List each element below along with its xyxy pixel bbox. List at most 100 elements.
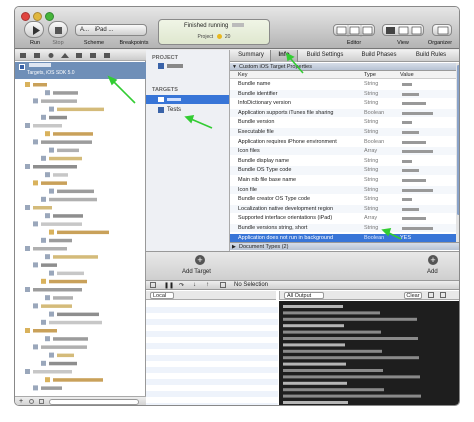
file-tree-item[interactable] xyxy=(49,279,87,284)
plist-row[interactable]: Bundle display name String xyxy=(230,156,459,165)
file-tree-item[interactable] xyxy=(41,304,72,308)
tab-info[interactable]: Info xyxy=(271,52,297,58)
file-tree-item[interactable] xyxy=(41,181,67,185)
file-tree-item[interactable] xyxy=(57,312,99,317)
plist-row[interactable]: Application does not run in background Bo… xyxy=(230,233,459,242)
file-tree-item[interactable] xyxy=(53,378,103,382)
navigator-project-row[interactable]: Targets, iOS SDK 5.0 xyxy=(15,62,146,79)
scm-filter-icon[interactable] xyxy=(39,399,44,404)
file-tree-item[interactable] xyxy=(33,206,52,210)
plist-row[interactable]: Icon file String xyxy=(230,185,459,194)
add-file-icon[interactable]: + xyxy=(19,398,23,405)
step-in-icon[interactable]: ↓ xyxy=(193,282,196,288)
file-tree-item[interactable] xyxy=(49,156,82,161)
variables-view[interactable] xyxy=(146,301,278,405)
file-tree-item[interactable] xyxy=(57,189,94,194)
file-tree-item[interactable] xyxy=(57,353,74,358)
run-button[interactable] xyxy=(24,21,44,38)
plist-row[interactable]: Bundle identifier String xyxy=(230,89,459,98)
file-tree-item[interactable] xyxy=(49,238,72,243)
plist-scrollbar[interactable] xyxy=(456,63,459,242)
add-target-label[interactable]: Add Target xyxy=(182,269,211,275)
target-row-selected[interactable] xyxy=(146,95,229,104)
console-full-icon[interactable] xyxy=(440,292,446,298)
filter-search-field[interactable] xyxy=(49,399,139,405)
file-tree-item[interactable] xyxy=(33,288,82,292)
file-tree-item[interactable] xyxy=(53,173,68,177)
zoom-window-button[interactable] xyxy=(45,12,54,21)
organizer-button[interactable] xyxy=(432,24,452,36)
editor-segmented-control[interactable] xyxy=(333,24,375,37)
tab-build-rules[interactable]: Build Rules xyxy=(408,52,454,58)
recent-filter-icon[interactable] xyxy=(29,399,34,404)
file-tree-item[interactable] xyxy=(41,99,77,103)
view-segmented-control[interactable] xyxy=(382,24,424,36)
close-window-button[interactable] xyxy=(21,12,30,21)
step-out-icon[interactable]: ↑ xyxy=(206,282,209,288)
all-output-popup[interactable]: All Output xyxy=(284,292,324,299)
scheme-selector[interactable]: A... iPad ... xyxy=(75,24,147,36)
file-tree-item[interactable] xyxy=(41,222,82,226)
tab-build-settings[interactable]: Build Settings xyxy=(300,52,350,58)
add-label[interactable]: Add xyxy=(427,269,438,275)
file-tree-item[interactable] xyxy=(33,124,62,128)
file-tree-item[interactable] xyxy=(53,337,88,341)
plist-row[interactable]: Bundle OS Type code String xyxy=(230,166,459,175)
file-tree-item[interactable] xyxy=(53,296,73,300)
file-tree-item[interactable] xyxy=(41,263,57,267)
plist-row[interactable]: Bundle creator OS Type code String xyxy=(230,195,459,204)
section-header-document-types[interactable]: ▶ Document Types (2) xyxy=(230,242,459,250)
plist-row[interactable]: InfoDictionary version String xyxy=(230,99,459,108)
file-tree-item[interactable] xyxy=(53,255,98,259)
plist-row[interactable]: Main nib file base name String xyxy=(230,176,459,185)
file-tree-item[interactable] xyxy=(49,320,102,325)
stop-button[interactable] xyxy=(48,21,68,38)
tests-target-label[interactable]: Tests xyxy=(167,107,181,113)
navigator-filter-bar[interactable]: + xyxy=(15,396,146,405)
plist-row[interactable]: Supported interface orientations (iPad) A… xyxy=(230,214,459,223)
clear-console-button[interactable]: Clear xyxy=(404,292,422,299)
tab-info-selected[interactable]: Info xyxy=(270,50,298,62)
file-tree-item[interactable] xyxy=(41,140,92,144)
file-tree-item[interactable] xyxy=(33,370,72,374)
tab-build-phases[interactable]: Build Phases xyxy=(356,52,402,58)
plist-row[interactable]: Bundle versions string, short String xyxy=(230,224,459,233)
add-target-icon[interactable]: + xyxy=(195,255,205,265)
thread-icon[interactable] xyxy=(220,282,226,288)
file-tree-item[interactable] xyxy=(41,345,87,349)
minimize-window-button[interactable] xyxy=(33,12,42,21)
plist-row[interactable]: Bundle name String xyxy=(230,80,459,89)
local-scope-popup[interactable]: Local xyxy=(150,292,174,299)
add-entry-icon[interactable]: + xyxy=(428,255,438,265)
file-tree-item[interactable] xyxy=(57,107,104,112)
file-tree-item[interactable] xyxy=(49,361,77,366)
file-tree[interactable] xyxy=(15,80,146,405)
file-tree-item[interactable] xyxy=(33,83,47,87)
plist-scroll-thumb[interactable] xyxy=(457,65,459,215)
project-item[interactable] xyxy=(167,64,183,68)
plist-value[interactable]: YES xyxy=(400,234,411,242)
step-over-icon[interactable]: ↷ xyxy=(179,282,184,289)
file-tree-item[interactable] xyxy=(49,197,97,202)
file-tree-item[interactable] xyxy=(53,132,93,136)
file-tree-item[interactable] xyxy=(53,91,78,95)
pause-icon[interactable]: ❚❚ xyxy=(164,282,174,289)
file-tree-item[interactable] xyxy=(33,247,67,251)
section-header-custom-properties[interactable]: ▼ Custom iOS Target Properties xyxy=(230,63,459,71)
console-output[interactable] xyxy=(279,301,460,406)
file-tree-item[interactable] xyxy=(33,165,77,169)
file-tree-item[interactable] xyxy=(57,271,84,276)
file-tree-item[interactable] xyxy=(33,329,57,333)
file-tree-item[interactable] xyxy=(49,115,67,120)
plist-row[interactable]: Bundle version String xyxy=(230,118,459,127)
tab-summary[interactable]: Summary xyxy=(234,52,268,58)
plist-row[interactable]: Executable file String xyxy=(230,128,459,137)
file-tree-item[interactable] xyxy=(57,230,109,235)
plist-row[interactable]: Application requires iPhone environment B… xyxy=(230,137,459,146)
file-tree-item[interactable] xyxy=(57,148,79,153)
plist-row[interactable]: Localization native development region St… xyxy=(230,204,459,213)
hide-debug-icon[interactable] xyxy=(150,282,156,288)
console-split-icon[interactable] xyxy=(428,292,434,298)
plist-row[interactable]: Icon files Array xyxy=(230,147,459,156)
plist-row[interactable]: Application supports iTunes file sharing… xyxy=(230,108,459,117)
